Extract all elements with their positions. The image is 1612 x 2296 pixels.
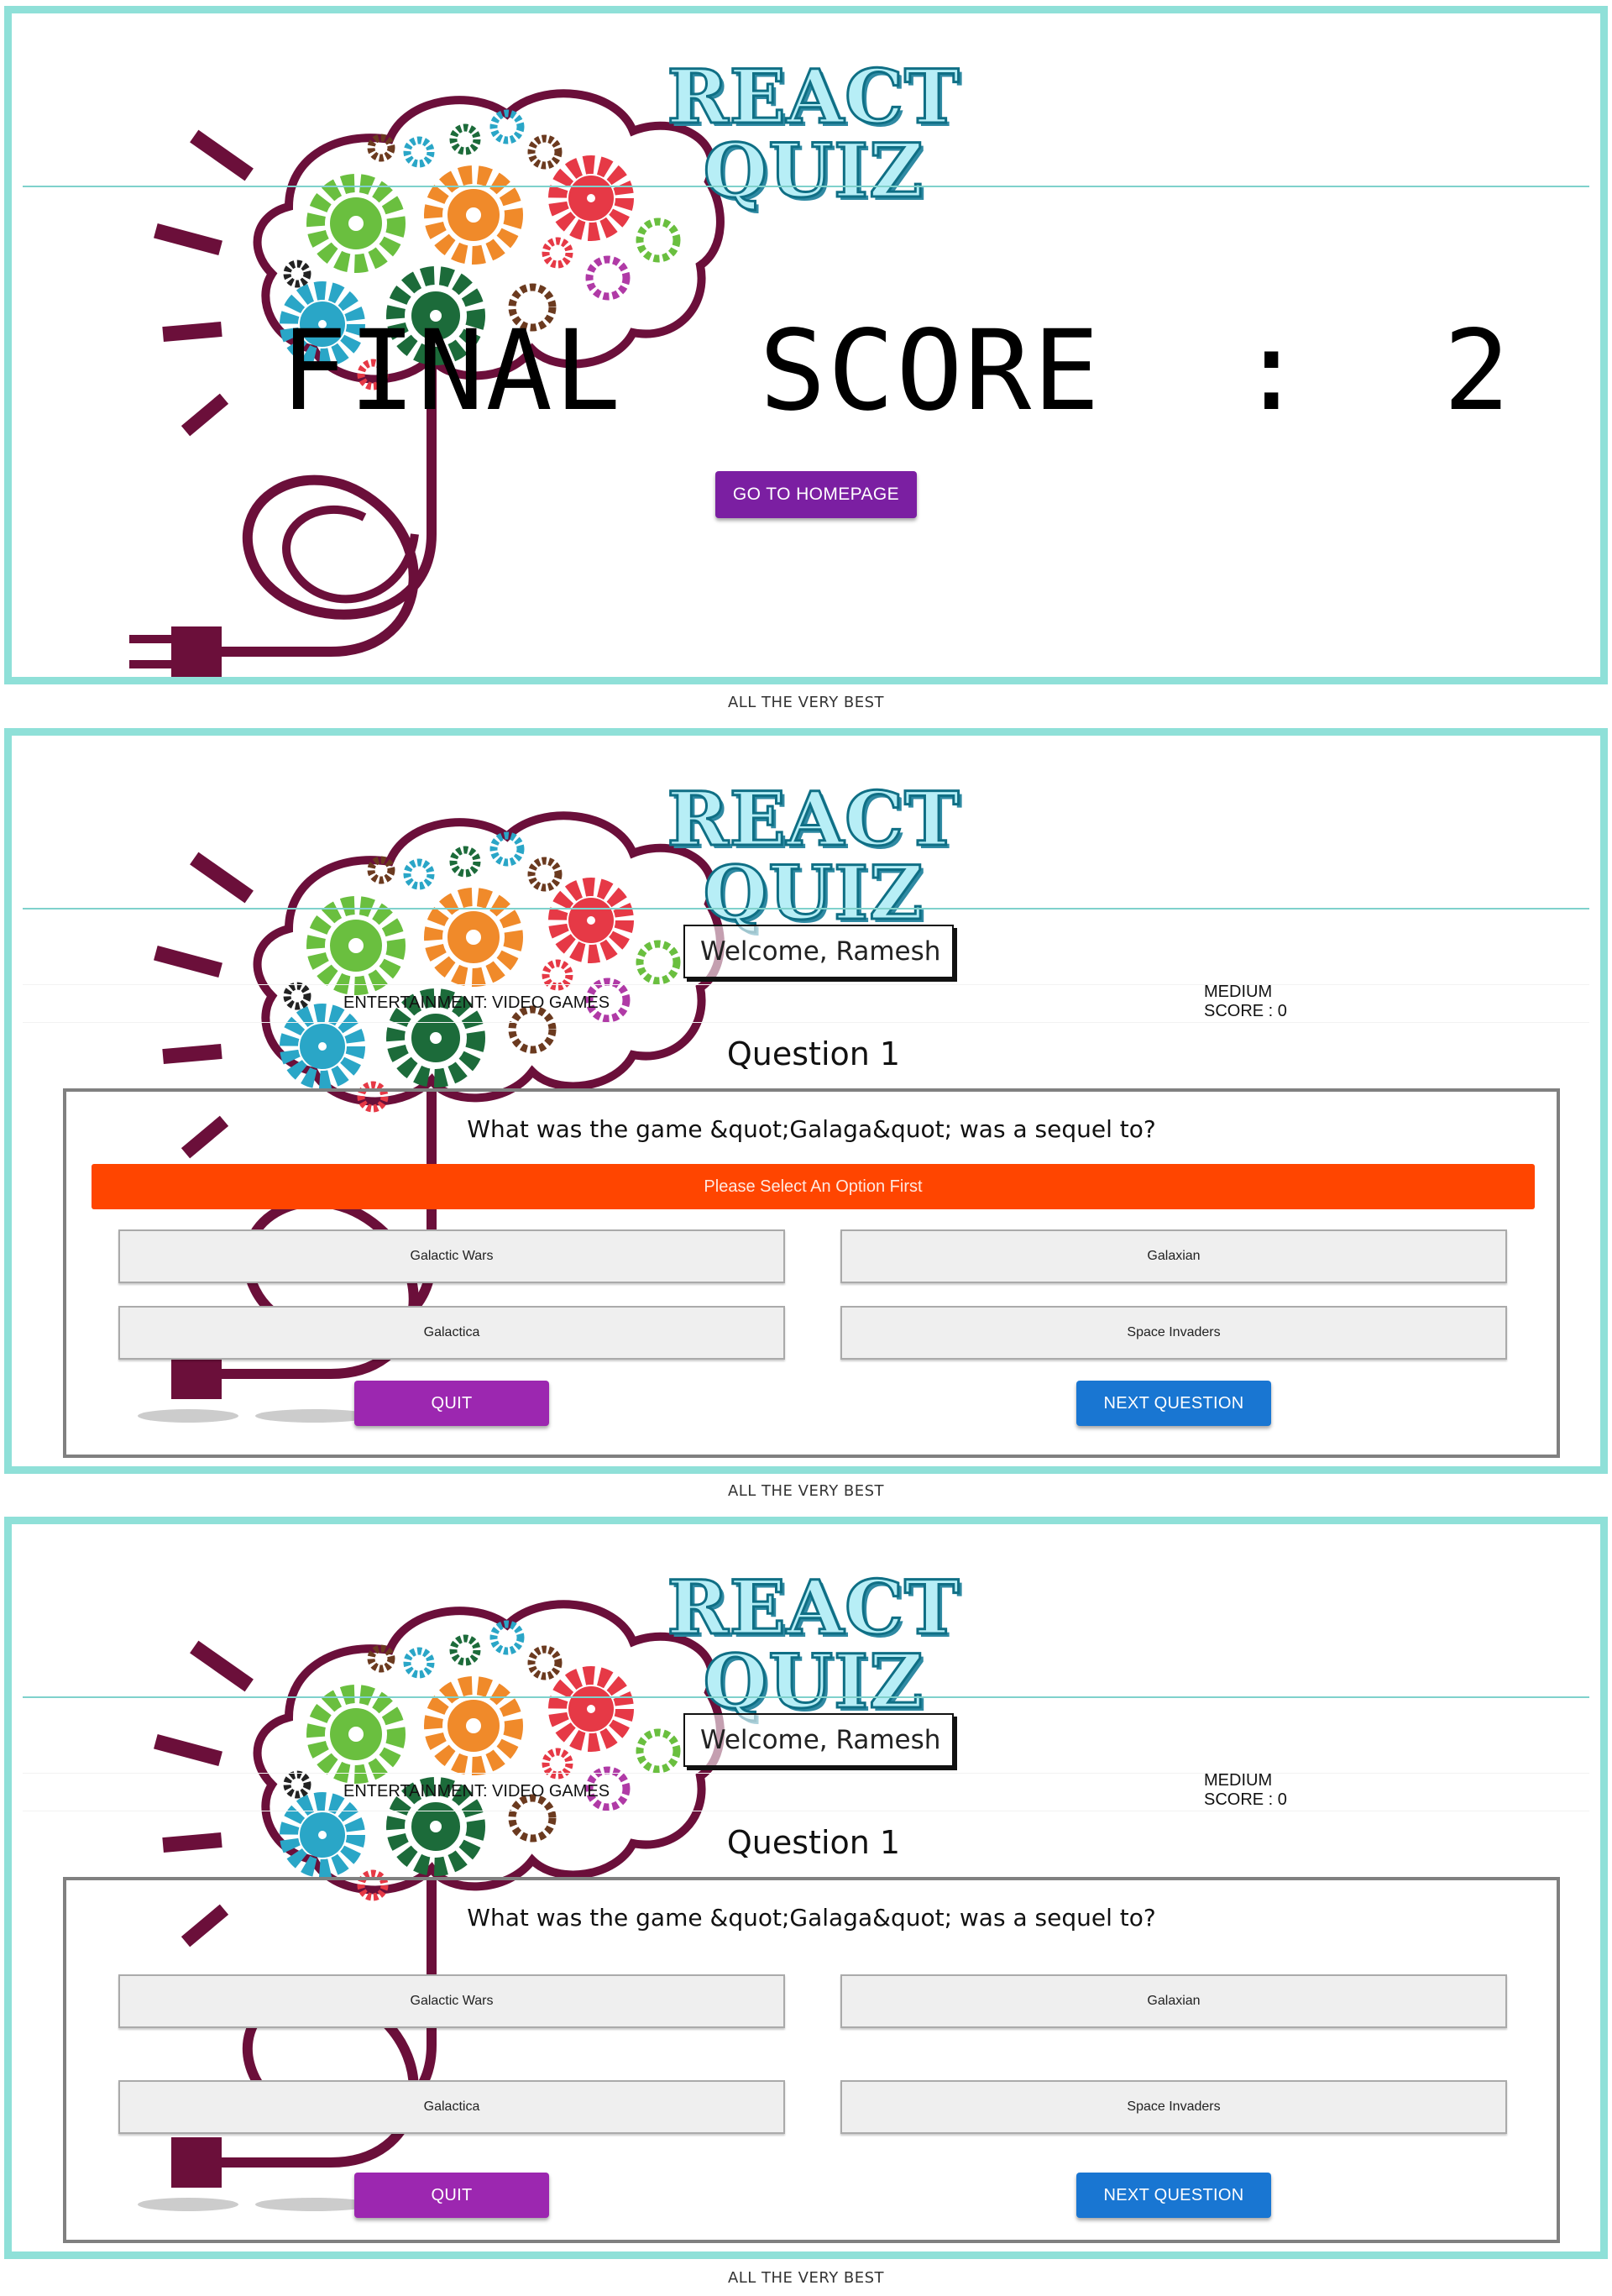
- title-divider: [23, 908, 1589, 909]
- question-text: What was the game &quot;Galaga&quot; was…: [467, 1115, 1156, 1143]
- footer-text: ALL THE VERY BEST: [727, 694, 885, 711]
- difficulty-label: MEDIUM: [1204, 983, 1273, 1001]
- final-score: FINAL SCORE : 2: [280, 307, 1512, 436]
- category-label: ENTERTAINMENT: VIDEO GAMES: [343, 993, 610, 1012]
- option-button[interactable]: Galaxian: [840, 1974, 1507, 2028]
- option-button[interactable]: Galactica: [118, 2080, 785, 2134]
- welcome-banner: Welcome, Ramesh: [683, 925, 954, 978]
- option-button[interactable]: Galactic Wars: [118, 1974, 785, 2028]
- error-alert: Please Select An Option First: [92, 1164, 1535, 1209]
- option-button[interactable]: Space Invaders: [840, 2080, 1507, 2134]
- question-text: What was the game &quot;Galaga&quot; was…: [467, 1904, 1156, 1932]
- quiz-info-row: ENTERTAINMENT: VIDEO GAMES: [23, 1773, 1589, 1811]
- quit-button[interactable]: QUIT: [354, 2173, 549, 2218]
- next-question-button[interactable]: NEXT QUESTION: [1076, 1381, 1271, 1426]
- title-divider: [23, 1696, 1589, 1698]
- quit-button[interactable]: QUIT: [354, 1381, 549, 1426]
- option-button[interactable]: Space Invaders: [840, 1306, 1507, 1360]
- next-question-button[interactable]: NEXT QUESTION: [1076, 2173, 1271, 2218]
- quiz-info-row: ENTERTAINMENT: VIDEO GAMES: [23, 984, 1589, 1023]
- welcome-banner: Welcome, Ramesh: [683, 1713, 954, 1767]
- quiz-panel: REACT QUIZ Welcome, Ramesh ENTERTAINMENT…: [4, 1517, 1608, 2259]
- question-number: Question 1: [726, 1824, 901, 1861]
- option-button[interactable]: Galactica: [118, 1306, 785, 1360]
- difficulty-label: MEDIUM: [1204, 1771, 1273, 1790]
- option-button[interactable]: Galaxian: [840, 1229, 1507, 1283]
- footer-text: ALL THE VERY BEST: [727, 1482, 885, 1500]
- option-button[interactable]: Galactic Wars: [118, 1229, 785, 1283]
- score-label: SCORE : 0: [1204, 1790, 1287, 1809]
- category-label: ENTERTAINMENT: VIDEO GAMES: [343, 1782, 610, 1801]
- question-box: What was the game &quot;Galaga&quot; was…: [63, 1088, 1560, 1458]
- go-to-homepage-button[interactable]: GO TO HOMEPAGE: [715, 471, 917, 518]
- result-panel: REACT QUIZ FINAL SCORE : 2 GO TO HOMEPAG…: [4, 6, 1608, 684]
- score-label: SCORE : 0: [1204, 1002, 1287, 1020]
- question-number: Question 1: [726, 1035, 901, 1072]
- title-divider: [23, 186, 1589, 187]
- question-box: What was the game &quot;Galaga&quot; was…: [63, 1877, 1560, 2243]
- quiz-panel-error: REACT QUIZ Welcome, Ramesh ENTERTAINMENT…: [4, 728, 1608, 1474]
- footer-text: ALL THE VERY BEST: [727, 2269, 885, 2287]
